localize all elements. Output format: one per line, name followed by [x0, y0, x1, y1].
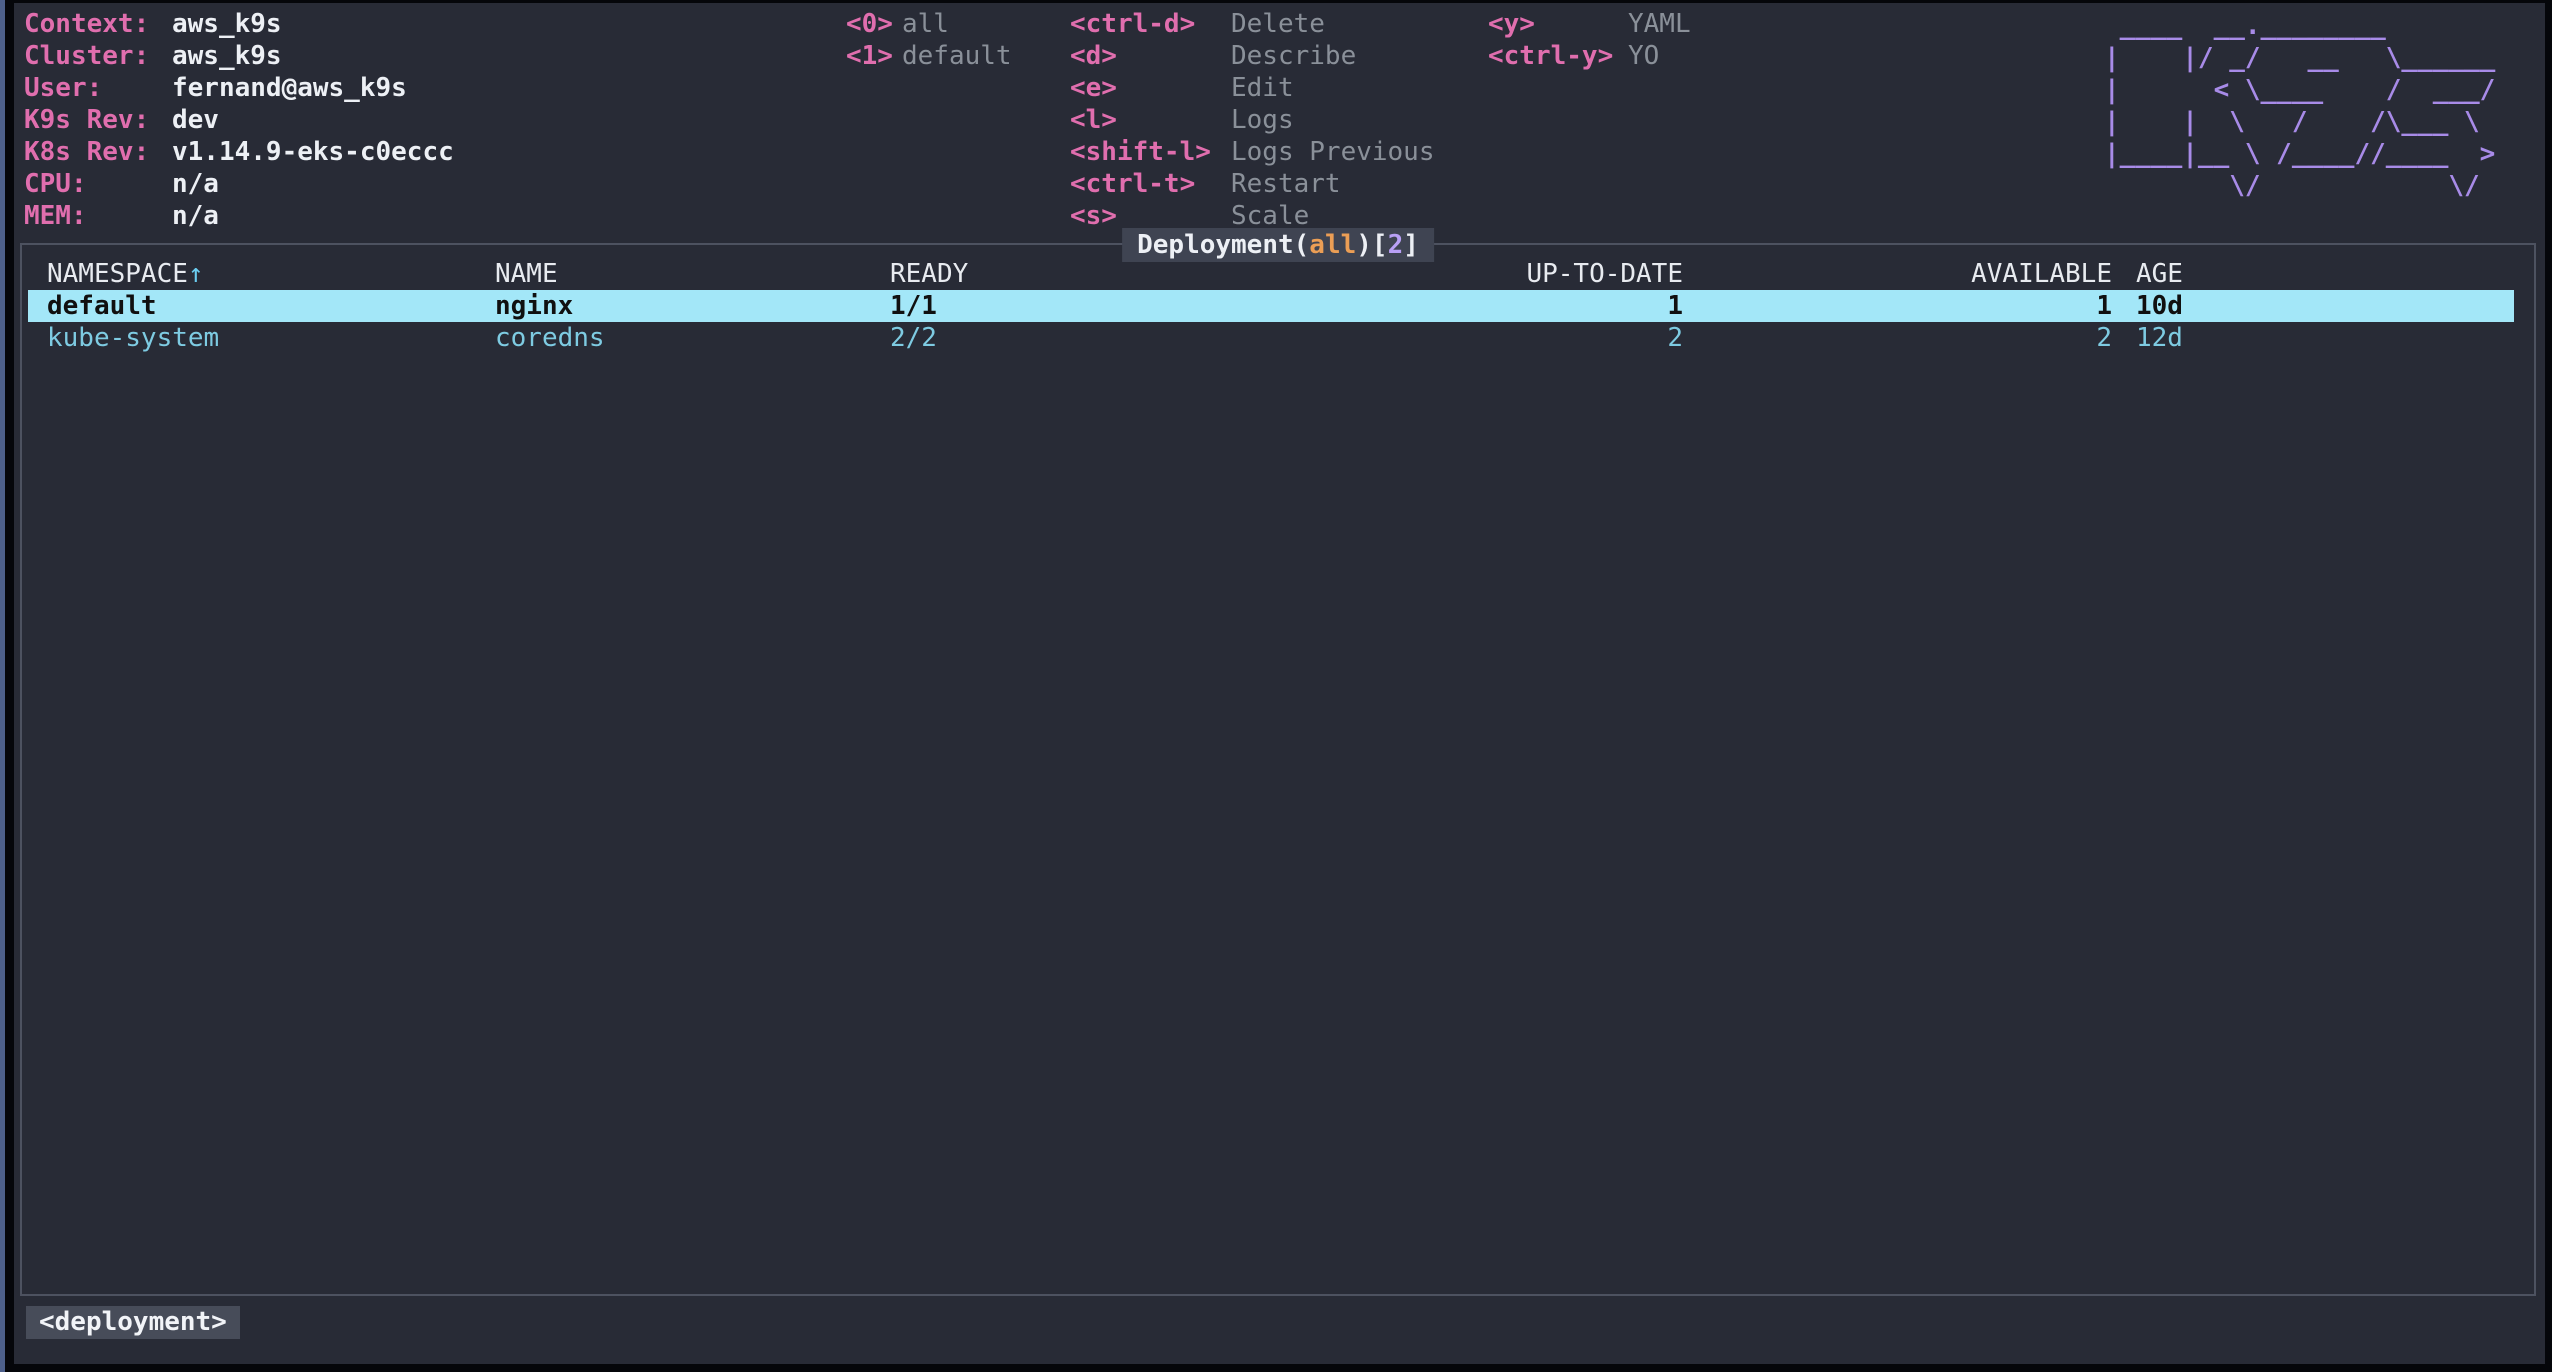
- k9s-rev-value: dev: [172, 105, 219, 135]
- logo-line: | | \ / /\___ \: [2104, 106, 2495, 138]
- namespace-scope: all: [1309, 230, 1356, 260]
- context-label: Context:: [24, 8, 172, 40]
- cell-ready: 1/1: [890, 290, 1208, 322]
- hotkey-key: <0>: [846, 8, 902, 40]
- hotkey-key: <l>: [1070, 104, 1231, 136]
- resource-count: 2: [1388, 230, 1404, 260]
- hotkey-label: Restart: [1231, 169, 1341, 199]
- cluster-info-row: Cluster:aws_k9s: [24, 40, 454, 72]
- hotkey-key: <1>: [846, 40, 902, 72]
- hotkeys-action-column: <ctrl-d>Delete <d>Describe <e>Edit <l>Lo…: [1070, 8, 1435, 232]
- cell-age: 10d: [2136, 290, 2514, 322]
- column-header-ready[interactable]: READY: [890, 258, 1208, 290]
- hotkey-label: Edit: [1231, 73, 1294, 103]
- resource-kind: Deployment(: [1137, 230, 1309, 260]
- k8s-rev-value: v1.14.9-eks-c0eccc: [172, 137, 454, 167]
- column-header-available[interactable]: AVAILABLE: [1683, 258, 2112, 290]
- window-edge-accent: [0, 0, 5, 1372]
- hotkey-all: <0>all: [846, 8, 1012, 40]
- cell-ready: 2/2: [890, 322, 1208, 354]
- hotkey-edit: <e>Edit: [1070, 72, 1435, 104]
- cell-available: 1: [1683, 290, 2112, 322]
- table-row-coredns[interactable]: kube-system coredns 2/2 2 2 12d: [28, 322, 2514, 354]
- hotkey-label: Delete: [1231, 9, 1325, 39]
- k8s-rev-label: K8s Rev:: [24, 136, 172, 168]
- k9s-rev-label: K9s Rev:: [24, 104, 172, 136]
- hotkey-default: <1>default: [846, 40, 1012, 72]
- hotkey-key: <y>: [1488, 8, 1628, 40]
- cell-name: nginx: [495, 290, 890, 322]
- hotkey-label: default: [902, 41, 1012, 71]
- hotkey-label: Logs Previous: [1231, 137, 1435, 167]
- panel-title-badge: Deployment(all)[2]: [1122, 228, 1434, 262]
- deployments-table: NAMESPACE↑ NAME READY UP-TO-DATE AVAILAB…: [28, 258, 2514, 354]
- logo-line: | < \____ / ___/: [2104, 74, 2495, 106]
- hotkey-key: <ctrl-d>: [1070, 8, 1231, 40]
- hotkey-key: <ctrl-t>: [1070, 168, 1231, 200]
- hotkey-key: <ctrl-y>: [1488, 40, 1628, 72]
- hotkey-label: Describe: [1231, 41, 1356, 71]
- context-value: aws_k9s: [172, 9, 282, 39]
- user-value: fernand@aws_k9s: [172, 73, 407, 103]
- hotkey-yo: <ctrl-y>YO: [1488, 40, 1691, 72]
- hotkey-key: <d>: [1070, 40, 1231, 72]
- hotkey-label: all: [902, 9, 949, 39]
- hotkey-describe: <d>Describe: [1070, 40, 1435, 72]
- cell-namespace: kube-system: [47, 322, 495, 354]
- logo-line: | |/ _/ __ \______: [2104, 42, 2495, 74]
- hotkey-label: YO: [1628, 41, 1659, 71]
- cell-age: 12d: [2136, 322, 2514, 354]
- user-label: User:: [24, 72, 172, 104]
- logo-line: \/ \/: [2104, 170, 2495, 202]
- cell-up-to-date: 2: [1208, 322, 1683, 354]
- cell-namespace: default: [47, 290, 495, 322]
- cpu-value: n/a: [172, 169, 219, 199]
- cell-up-to-date: 1: [1208, 290, 1683, 322]
- cluster-info-row: K9s Rev:dev: [24, 104, 454, 136]
- cluster-info-row: CPU:n/a: [24, 168, 454, 200]
- k9s-ascii-logo: ____ __.________ | |/ _/ __ \______ | < …: [2104, 10, 2495, 202]
- cell-name: coredns: [495, 322, 890, 354]
- hotkey-logs-previous: <shift-l>Logs Previous: [1070, 136, 1435, 168]
- hotkey-delete: <ctrl-d>Delete: [1070, 8, 1435, 40]
- cluster-info: Context:aws_k9s Cluster:aws_k9s User:fer…: [24, 8, 454, 232]
- logo-line: ____ __.________: [2104, 10, 2495, 42]
- hotkey-label: Scale: [1231, 201, 1309, 231]
- table-row-nginx-selected[interactable]: default nginx 1/1 1 1 10d: [28, 290, 2514, 322]
- sort-arrow-icon: ↑: [188, 259, 204, 289]
- cluster-value: aws_k9s: [172, 41, 282, 71]
- hotkeys-yaml-column: <y>YAML <ctrl-y>YO: [1488, 8, 1691, 72]
- hotkey-label: YAML: [1628, 9, 1691, 39]
- cluster-label: Cluster:: [24, 40, 172, 72]
- table-header-row: NAMESPACE↑ NAME READY UP-TO-DATE AVAILAB…: [28, 258, 2514, 290]
- cluster-info-row: User:fernand@aws_k9s: [24, 72, 454, 104]
- column-header-age[interactable]: AGE: [2136, 258, 2514, 290]
- hotkey-key: <e>: [1070, 72, 1231, 104]
- hotkeys-namespace-column: <0>all <1>default: [846, 8, 1012, 72]
- column-header-up-to-date[interactable]: UP-TO-DATE: [1208, 258, 1683, 290]
- hotkey-key: <shift-l>: [1070, 136, 1231, 168]
- mem-label: MEM:: [24, 200, 172, 232]
- cluster-info-row: K8s Rev:v1.14.9-eks-c0eccc: [24, 136, 454, 168]
- mem-value: n/a: [172, 201, 219, 231]
- cpu-label: CPU:: [24, 168, 172, 200]
- hotkey-yaml: <y>YAML: [1488, 8, 1691, 40]
- deployments-panel: Deployment(all)[2] NAMESPACE↑ NAME READY…: [20, 243, 2536, 1296]
- cell-available: 2: [1683, 322, 2112, 354]
- hotkey-logs: <l>Logs: [1070, 104, 1435, 136]
- hotkey-label: Logs: [1231, 105, 1294, 135]
- breadcrumb-deployment[interactable]: <deployment>: [26, 1306, 240, 1339]
- cluster-info-row: Context:aws_k9s: [24, 8, 454, 40]
- column-header-namespace[interactable]: NAMESPACE↑: [47, 258, 495, 290]
- cluster-info-row: MEM:n/a: [24, 200, 454, 232]
- column-header-name[interactable]: NAME: [495, 258, 890, 290]
- k9s-terminal: Context:aws_k9s Cluster:aws_k9s User:fer…: [0, 0, 2552, 1372]
- hotkey-restart: <ctrl-t>Restart: [1070, 168, 1435, 200]
- logo-line: |____|__ \ /____//____ >: [2104, 138, 2495, 170]
